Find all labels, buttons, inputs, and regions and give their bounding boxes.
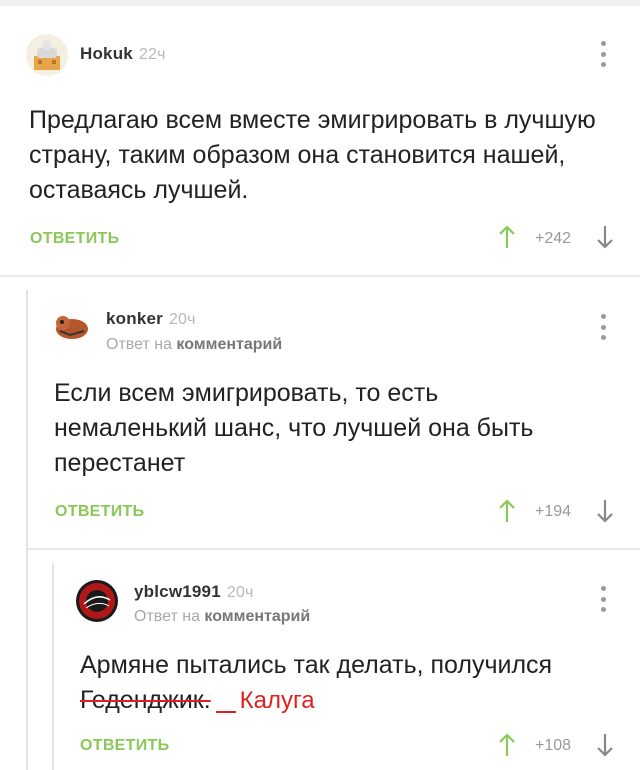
- rating-value: +194: [535, 503, 572, 520]
- top-divider: [0, 0, 640, 6]
- comment-time: 22ч: [138, 46, 166, 63]
- avatar[interactable]: [26, 34, 68, 76]
- upvote-arrow-icon[interactable]: [497, 224, 517, 250]
- reply-button[interactable]: ОТВЕТИТЬ: [80, 737, 169, 755]
- upvote-arrow-icon[interactable]: [497, 732, 517, 758]
- author-name[interactable]: yblcw1991 20ч: [134, 582, 254, 602]
- author-name[interactable]: konker 20ч: [106, 309, 196, 329]
- menu-dots-icon[interactable]: [598, 314, 608, 340]
- reply-button[interactable]: ОТВЕТИТЬ: [30, 230, 119, 248]
- comment-text-start: Армяне пытались так делать, получился: [80, 651, 553, 679]
- menu-dots-icon[interactable]: [598, 586, 608, 612]
- reply-to: Ответ на комментарий: [106, 336, 282, 354]
- comment-time: 20ч: [168, 311, 196, 328]
- struck-word: Геденджик.: [80, 686, 211, 714]
- downvote-arrow-icon[interactable]: [595, 498, 615, 524]
- author-username[interactable]: yblcw1991: [134, 582, 221, 601]
- avatar[interactable]: [50, 305, 92, 347]
- reply-to: Ответ на комментарий: [134, 608, 310, 626]
- author-username[interactable]: Hokuk: [80, 44, 133, 63]
- rating-value: +242: [535, 230, 572, 247]
- thread-line: [26, 290, 28, 770]
- comment-time: 20ч: [226, 584, 254, 601]
- comment-text: Если всем эмигрировать, то есть немалень…: [54, 379, 534, 477]
- reply-to-prefix: Ответ на: [106, 336, 172, 353]
- comment-text: Армяне пытались так делать, получился Ге…: [80, 648, 600, 718]
- reply-to-link[interactable]: комментарий: [204, 608, 310, 625]
- upvote-arrow-icon[interactable]: [497, 498, 517, 524]
- reply-to-link[interactable]: комментарий: [176, 336, 282, 353]
- reply-button[interactable]: ОТВЕТИТЬ: [55, 503, 144, 521]
- downvote-arrow-icon[interactable]: [595, 224, 615, 250]
- comment-text: Предлагаю всем вместе эмигрировать в луч…: [29, 106, 596, 204]
- author-username[interactable]: konker: [106, 309, 163, 328]
- thread-divider: [28, 548, 640, 550]
- correction-underline: [216, 711, 236, 713]
- reply-to-prefix: Ответ на: [134, 608, 200, 625]
- menu-dots-icon[interactable]: [598, 41, 608, 67]
- handwritten-correction: Калуга: [239, 687, 315, 714]
- thread-divider: [0, 275, 640, 277]
- thread-line: [52, 563, 54, 770]
- avatar[interactable]: [76, 580, 118, 622]
- rating-value: +108: [535, 737, 572, 754]
- author-name[interactable]: Hokuk 22ч: [80, 44, 166, 64]
- downvote-arrow-icon[interactable]: [595, 732, 615, 758]
